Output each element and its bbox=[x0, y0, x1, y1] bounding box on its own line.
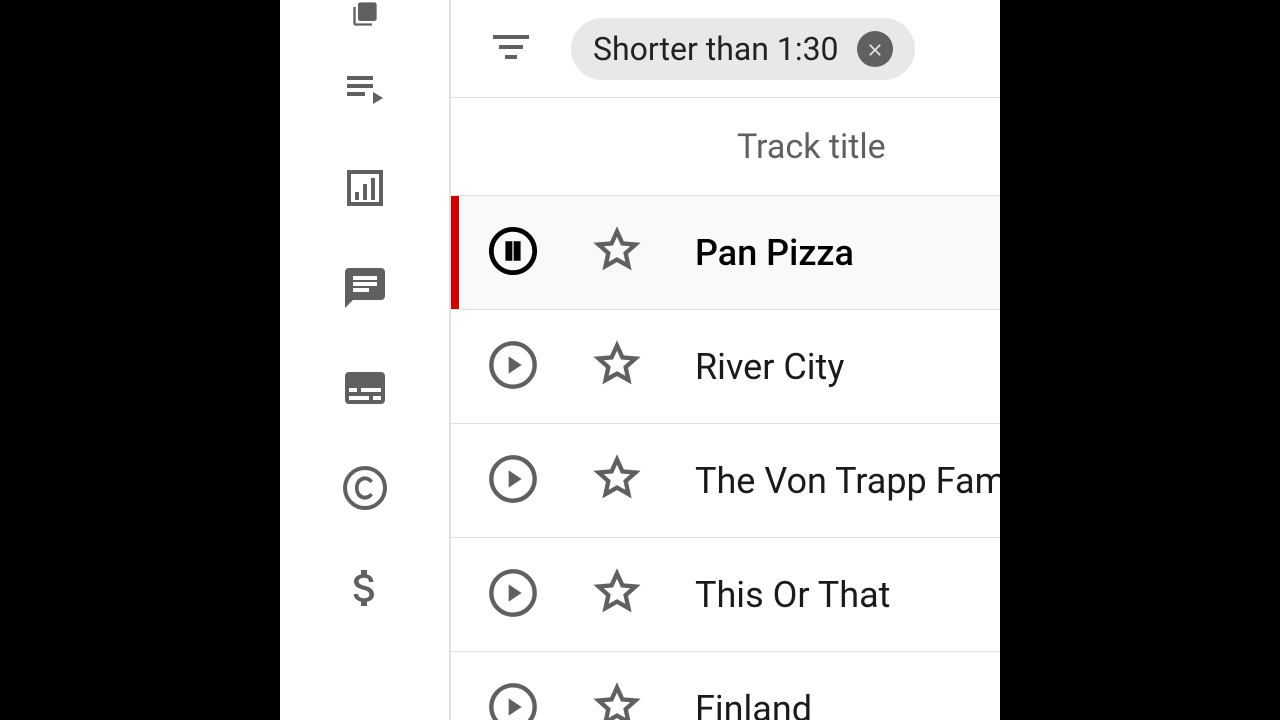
main-content: Shorter than 1:30 Track title Pan Pizza R… bbox=[450, 0, 1000, 720]
star-icon bbox=[591, 453, 643, 509]
favorite-button[interactable] bbox=[591, 455, 643, 507]
app-viewport: Shorter than 1:30 Track title Pan Pizza R… bbox=[280, 0, 1000, 720]
pause-icon bbox=[487, 225, 539, 281]
copyright-icon bbox=[341, 464, 389, 516]
nav-item-subtitles[interactable] bbox=[280, 340, 449, 440]
star-icon bbox=[591, 681, 643, 720]
playlist-icon bbox=[341, 64, 389, 116]
sidebar-nav bbox=[280, 0, 450, 720]
filter-chip-close[interactable] bbox=[857, 31, 893, 67]
star-icon bbox=[591, 339, 643, 395]
play-icon bbox=[487, 453, 539, 509]
play-icon bbox=[487, 339, 539, 395]
pause-button[interactable] bbox=[487, 227, 539, 279]
play-icon bbox=[487, 567, 539, 623]
nav-item-library[interactable] bbox=[280, 0, 449, 40]
star-icon bbox=[591, 567, 643, 623]
track-row[interactable]: This Or That bbox=[451, 538, 1000, 652]
play-button[interactable] bbox=[487, 683, 539, 720]
filter-icon bbox=[487, 23, 535, 75]
track-row[interactable]: Finland bbox=[451, 652, 1000, 720]
filter-chip[interactable]: Shorter than 1:30 bbox=[571, 18, 915, 80]
star-icon bbox=[591, 225, 643, 281]
filter-bar: Shorter than 1:30 bbox=[451, 0, 1000, 98]
nav-item-monetization[interactable] bbox=[280, 540, 449, 640]
play-button[interactable] bbox=[487, 569, 539, 621]
favorite-button[interactable] bbox=[591, 341, 643, 393]
track-title: Finland bbox=[695, 688, 812, 720]
play-icon bbox=[487, 681, 539, 720]
track-row[interactable]: River City bbox=[451, 310, 1000, 424]
filter-button[interactable] bbox=[481, 19, 541, 79]
track-title: River City bbox=[695, 346, 844, 388]
track-title: This Or That bbox=[695, 574, 890, 616]
track-list: Pan Pizza River City The Von Trapp Family T… bbox=[451, 196, 1000, 720]
close-icon bbox=[865, 30, 885, 68]
table-header: Track title bbox=[451, 98, 1000, 196]
track-title: The Von Trapp Family bbox=[695, 460, 1000, 502]
nav-item-copyright[interactable] bbox=[280, 440, 449, 540]
nav-item-analytics[interactable] bbox=[280, 140, 449, 240]
play-button[interactable] bbox=[487, 341, 539, 393]
track-row[interactable]: The Von Trapp Family bbox=[451, 424, 1000, 538]
nav-item-playlist[interactable] bbox=[280, 40, 449, 140]
library-icon bbox=[341, 0, 389, 32]
dollar-icon bbox=[341, 564, 389, 616]
nav-item-comments[interactable] bbox=[280, 240, 449, 340]
play-button[interactable] bbox=[487, 455, 539, 507]
track-row[interactable]: Pan Pizza bbox=[451, 196, 1000, 310]
favorite-button[interactable] bbox=[591, 683, 643, 720]
filter-chip-label: Shorter than 1:30 bbox=[593, 30, 839, 68]
track-title: Pan Pizza bbox=[695, 232, 854, 274]
favorite-button[interactable] bbox=[591, 569, 643, 621]
subtitles-icon bbox=[341, 364, 389, 416]
comments-icon bbox=[341, 264, 389, 316]
favorite-button[interactable] bbox=[591, 227, 643, 279]
column-header-track-title[interactable]: Track title bbox=[737, 127, 886, 167]
analytics-icon bbox=[341, 164, 389, 216]
